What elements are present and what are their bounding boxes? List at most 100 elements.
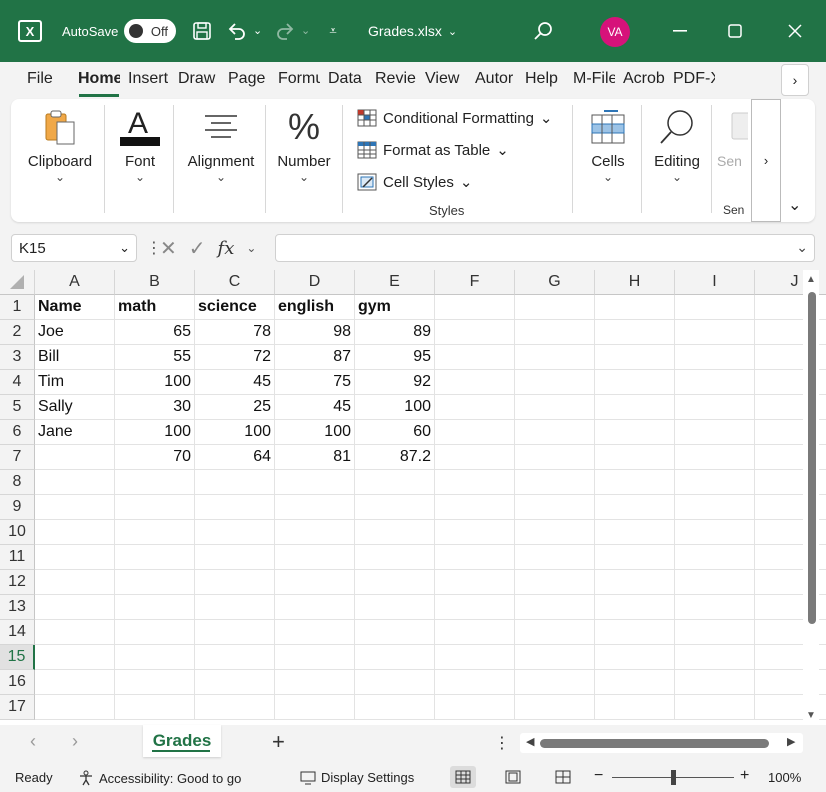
number-button[interactable]: % Number ⌄ <box>267 99 341 222</box>
cell-a2[interactable]: Joe <box>35 320 115 345</box>
page-break-view-button[interactable] <box>550 766 576 788</box>
row-header-5[interactable]: 5 <box>0 395 35 420</box>
undo-icon[interactable] <box>224 17 250 45</box>
sensitivity-button[interactable]: Sen Sen <box>717 99 751 222</box>
cell-c12[interactable] <box>195 570 275 595</box>
cell-e16[interactable] <box>355 670 435 695</box>
tab-automate[interactable]: Autor <box>475 70 517 94</box>
cell-a8[interactable] <box>35 470 115 495</box>
cell-f13[interactable] <box>435 595 515 620</box>
cell-i8[interactable] <box>675 470 755 495</box>
sheet-tab-grades[interactable]: Grades <box>143 725 221 757</box>
cell-g7[interactable] <box>515 445 595 470</box>
redo-chevron-down-icon[interactable]: ⌄ <box>301 24 310 37</box>
cancel-icon[interactable]: ✕ <box>160 236 177 261</box>
name-box[interactable]: K15 ⌄ <box>11 234 137 262</box>
cell-b15[interactable] <box>115 645 195 670</box>
cell-e9[interactable] <box>355 495 435 520</box>
cell-e3[interactable]: 95 <box>355 345 435 370</box>
cell-e1[interactable]: gym <box>355 295 435 320</box>
cell-h3[interactable] <box>595 345 675 370</box>
tab-insert[interactable]: Insert <box>128 70 170 94</box>
column-header-i[interactable]: I <box>675 270 755 295</box>
display-settings-button[interactable]: Display Settings <box>300 770 414 785</box>
cell-g15[interactable] <box>515 645 595 670</box>
tab-home[interactable]: Home <box>78 70 120 94</box>
cell-i13[interactable] <box>675 595 755 620</box>
maximize-button[interactable] <box>720 17 750 45</box>
worksheet-grid[interactable]: A B C D E F G H I J 1 Name math science english gym 2 Joe… <box>0 270 826 725</box>
cell-h4[interactable] <box>595 370 675 395</box>
insert-function-icon[interactable]: fx <box>218 238 235 259</box>
horizontal-scrollbar[interactable]: ◀ ▶ <box>520 733 803 753</box>
cell-g14[interactable] <box>515 620 595 645</box>
redo-icon[interactable] <box>272 17 298 45</box>
cell-e5[interactable]: 100 <box>355 395 435 420</box>
cell-c15[interactable] <box>195 645 275 670</box>
cell-i6[interactable] <box>675 420 755 445</box>
row-header-4[interactable]: 4 <box>0 370 35 395</box>
row-header-14[interactable]: 14 <box>0 620 35 645</box>
column-header-c[interactable]: C <box>195 270 275 295</box>
cell-g4[interactable] <box>515 370 595 395</box>
cell-c13[interactable] <box>195 595 275 620</box>
cell-f15[interactable] <box>435 645 515 670</box>
cell-b14[interactable] <box>115 620 195 645</box>
cell-f10[interactable] <box>435 520 515 545</box>
cell-h16[interactable] <box>595 670 675 695</box>
cell-e7[interactable]: 87.2 <box>355 445 435 470</box>
cell-b7[interactable]: 70 <box>115 445 195 470</box>
cell-g13[interactable] <box>515 595 595 620</box>
more-options-icon[interactable]: ⋮ <box>494 733 510 753</box>
editing-button[interactable]: Editing ⌄ <box>643 99 711 222</box>
tab-draw[interactable]: Draw <box>178 70 220 94</box>
select-all-corner[interactable] <box>0 270 35 295</box>
cell-c10[interactable] <box>195 520 275 545</box>
cell-c7[interactable]: 64 <box>195 445 275 470</box>
document-title[interactable]: Grades.xlsx ⌄ <box>368 20 457 42</box>
conditional-formatting-button[interactable]: Conditional Formatting ⌄ <box>357 106 553 130</box>
cell-g2[interactable] <box>515 320 595 345</box>
vertical-scrollbar[interactable]: ▲ ▼ <box>803 270 819 725</box>
cell-b9[interactable] <box>115 495 195 520</box>
ribbon-scroll-right-icon[interactable]: › <box>751 99 781 222</box>
cell-i7[interactable] <box>675 445 755 470</box>
tab-data[interactable]: Data <box>328 70 368 94</box>
cell-d16[interactable] <box>275 670 355 695</box>
cell-e4[interactable]: 92 <box>355 370 435 395</box>
cell-i2[interactable] <box>675 320 755 345</box>
cell-h1[interactable] <box>595 295 675 320</box>
cell-a11[interactable] <box>35 545 115 570</box>
row-header-2[interactable]: 2 <box>0 320 35 345</box>
cell-i17[interactable] <box>675 695 755 720</box>
cell-i4[interactable] <box>675 370 755 395</box>
cell-a3[interactable]: Bill <box>35 345 115 370</box>
cell-c9[interactable] <box>195 495 275 520</box>
undo-chevron-down-icon[interactable]: ⌄ <box>253 24 262 37</box>
cell-i10[interactable] <box>675 520 755 545</box>
cell-g8[interactable] <box>515 470 595 495</box>
cell-e10[interactable] <box>355 520 435 545</box>
zoom-in-icon[interactable]: + <box>740 767 749 785</box>
cell-a10[interactable] <box>35 520 115 545</box>
cell-a12[interactable] <box>35 570 115 595</box>
cell-c16[interactable] <box>195 670 275 695</box>
row-header-6[interactable]: 6 <box>0 420 35 445</box>
row-header-3[interactable]: 3 <box>0 345 35 370</box>
cell-e13[interactable] <box>355 595 435 620</box>
cell-i15[interactable] <box>675 645 755 670</box>
cell-b2[interactable]: 65 <box>115 320 195 345</box>
cell-e8[interactable] <box>355 470 435 495</box>
cell-d12[interactable] <box>275 570 355 595</box>
cell-b1[interactable]: math <box>115 295 195 320</box>
row-header-12[interactable]: 12 <box>0 570 35 595</box>
cell-c8[interactable] <box>195 470 275 495</box>
cell-e14[interactable] <box>355 620 435 645</box>
customize-toolbar-icon[interactable]: ⩡ <box>320 17 346 45</box>
cell-c3[interactable]: 72 <box>195 345 275 370</box>
cell-h5[interactable] <box>595 395 675 420</box>
cell-c6[interactable]: 100 <box>195 420 275 445</box>
cell-i11[interactable] <box>675 545 755 570</box>
cell-d3[interactable]: 87 <box>275 345 355 370</box>
tab-file[interactable]: File <box>27 70 53 94</box>
